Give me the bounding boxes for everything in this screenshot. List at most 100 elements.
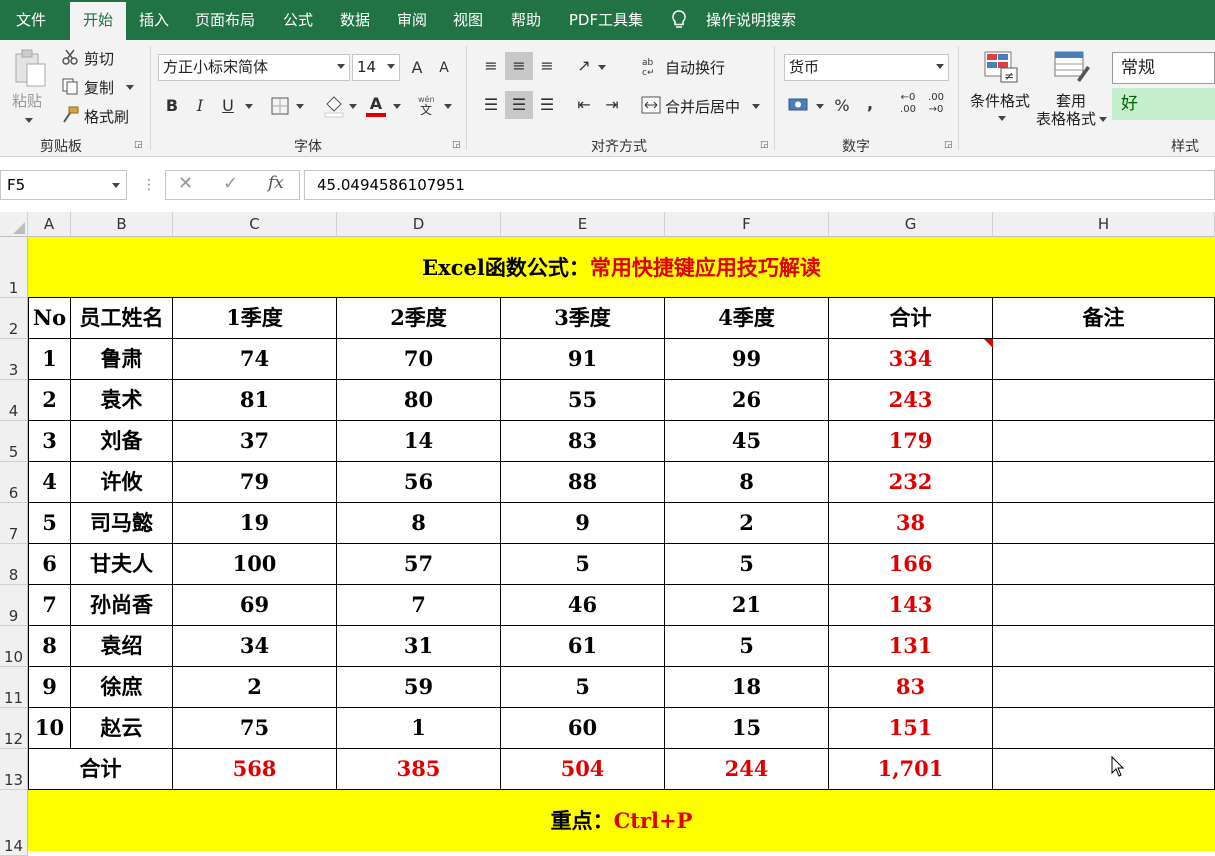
alignment-launcher-icon[interactable]: ◲ bbox=[760, 140, 770, 150]
comment-indicator-icon[interactable] bbox=[984, 339, 993, 348]
tab-pdf-tools[interactable]: PDF工具集 bbox=[560, 0, 652, 40]
decrease-indent-icon[interactable]: ⇤ bbox=[570, 91, 598, 119]
total-cell-q2[interactable]: 385 bbox=[337, 749, 501, 790]
wrap-text-button[interactable]: 自动换行 bbox=[665, 57, 725, 78]
cell-remark[interactable] bbox=[993, 462, 1215, 503]
cell-q3[interactable]: 61 bbox=[501, 626, 665, 667]
cell-q4[interactable]: 99 bbox=[665, 339, 829, 380]
currency-icon[interactable] bbox=[788, 96, 810, 114]
column-header-b[interactable]: B bbox=[71, 212, 173, 237]
row-header-6[interactable]: 6 bbox=[0, 462, 28, 503]
cell-remark[interactable] bbox=[993, 626, 1215, 667]
cell-q2[interactable]: 59 bbox=[337, 667, 501, 708]
cell-remark[interactable] bbox=[993, 339, 1215, 380]
align-top-button[interactable]: ≡ bbox=[477, 52, 505, 80]
cell-q3[interactable]: 91 bbox=[501, 339, 665, 380]
style-normal[interactable]: 常规 bbox=[1112, 52, 1215, 84]
cell-total[interactable]: 243 bbox=[829, 380, 993, 421]
cell-no[interactable]: 5 bbox=[28, 503, 71, 544]
tab-data[interactable]: 数据 bbox=[330, 0, 380, 40]
cell-q3[interactable]: 88 bbox=[501, 462, 665, 503]
cell-q1[interactable]: 69 bbox=[173, 585, 337, 626]
border-dropdown-icon[interactable] bbox=[296, 104, 304, 109]
cell-q4[interactable]: 26 bbox=[665, 380, 829, 421]
enter-icon[interactable]: ✓ bbox=[223, 173, 238, 194]
total-cell-q3[interactable]: 504 bbox=[501, 749, 665, 790]
cell-remark[interactable] bbox=[993, 667, 1215, 708]
cell-q4[interactable]: 5 bbox=[665, 626, 829, 667]
cell-name[interactable]: 袁绍 bbox=[71, 626, 173, 667]
cell-total[interactable]: 334 bbox=[829, 339, 993, 380]
row-header-9[interactable]: 9 bbox=[0, 585, 28, 626]
increase-decimal-icon[interactable]: ←0.00 bbox=[894, 92, 922, 120]
cell-no[interactable]: 2 bbox=[28, 380, 71, 421]
tab-view[interactable]: 视图 bbox=[444, 0, 492, 40]
cell-q3[interactable]: 5 bbox=[501, 667, 665, 708]
style-good[interactable]: 好 bbox=[1112, 88, 1215, 120]
cell-q2[interactable]: 1 bbox=[337, 708, 501, 749]
cell-q1[interactable]: 79 bbox=[173, 462, 337, 503]
cell-q4[interactable]: 15 bbox=[665, 708, 829, 749]
orientation-dropdown-icon[interactable] bbox=[598, 65, 606, 70]
note-cell[interactable]: 重点：Ctrl+P bbox=[28, 790, 1215, 851]
cut-button[interactable]: 剪切 bbox=[84, 48, 114, 69]
tab-file[interactable]: 文件 bbox=[0, 0, 62, 40]
cell-q3[interactable]: 9 bbox=[501, 503, 665, 544]
cell-remark[interactable] bbox=[993, 421, 1215, 462]
header-cell-q1[interactable]: 1季度 bbox=[173, 298, 337, 339]
font-name-select[interactable]: 方正小标宋简体 bbox=[158, 54, 350, 81]
clipboard-launcher-icon[interactable]: ◲ bbox=[134, 140, 144, 150]
column-header-a[interactable]: A bbox=[28, 212, 71, 237]
tab-page-layout[interactable]: 页面布局 bbox=[186, 0, 264, 40]
cell-q4[interactable]: 5 bbox=[665, 544, 829, 585]
cell-q1[interactable]: 74 bbox=[173, 339, 337, 380]
header-cell-q3[interactable]: 3季度 bbox=[501, 298, 665, 339]
cell-name[interactable]: 赵云 bbox=[71, 708, 173, 749]
tab-home[interactable]: 开始 bbox=[70, 2, 126, 40]
total-cell-q4[interactable]: 244 bbox=[665, 749, 829, 790]
shrink-font-button[interactable]: A bbox=[430, 54, 458, 82]
cell-total[interactable]: 131 bbox=[829, 626, 993, 667]
cell-q1[interactable]: 75 bbox=[173, 708, 337, 749]
row-header-13[interactable]: 13 bbox=[0, 749, 28, 790]
formula-input[interactable]: 45.0494586107951 bbox=[304, 170, 1215, 200]
cell-name[interactable]: 鲁肃 bbox=[71, 339, 173, 380]
cell-q4[interactable]: 18 bbox=[665, 667, 829, 708]
cell-q2[interactable]: 56 bbox=[337, 462, 501, 503]
paste-button[interactable]: 粘贴 bbox=[12, 90, 42, 111]
cell-q2[interactable]: 14 bbox=[337, 421, 501, 462]
cell-no[interactable]: 1 bbox=[28, 339, 71, 380]
total-cell-remark[interactable] bbox=[993, 749, 1215, 790]
total-cell-total[interactable]: 1,701 bbox=[829, 749, 993, 790]
cell-total[interactable]: 232 bbox=[829, 462, 993, 503]
align-right-button[interactable]: ☰ bbox=[533, 91, 561, 119]
total-cell-q1[interactable]: 568 bbox=[173, 749, 337, 790]
percent-button[interactable]: % bbox=[828, 92, 856, 120]
number-launcher-icon[interactable]: ◲ bbox=[944, 140, 954, 150]
tab-review[interactable]: 审阅 bbox=[388, 0, 436, 40]
row-header-11[interactable]: 11 bbox=[0, 667, 28, 708]
align-left-button[interactable]: ☰ bbox=[477, 91, 505, 119]
row-header-4[interactable]: 4 bbox=[0, 380, 28, 421]
cell-total[interactable]: 83 bbox=[829, 667, 993, 708]
cell-total[interactable]: 151 bbox=[829, 708, 993, 749]
column-header-d[interactable]: D bbox=[337, 212, 501, 237]
cell-q1[interactable]: 37 bbox=[173, 421, 337, 462]
cell-no[interactable]: 3 bbox=[28, 421, 71, 462]
copy-button[interactable]: 复制 bbox=[84, 77, 114, 98]
row-header-14[interactable]: 14 bbox=[0, 790, 28, 856]
row-header-3[interactable]: 3 bbox=[0, 339, 28, 380]
row-header-5[interactable]: 5 bbox=[0, 421, 28, 462]
row-header-8[interactable]: 8 bbox=[0, 544, 28, 585]
insert-function-icon[interactable]: fx bbox=[268, 173, 284, 193]
conditional-dropdown-icon[interactable] bbox=[998, 116, 1006, 121]
cell-q2[interactable]: 7 bbox=[337, 585, 501, 626]
grow-font-button[interactable]: A bbox=[403, 54, 431, 82]
fill-color-icon[interactable] bbox=[323, 94, 345, 118]
row-header-7[interactable]: 7 bbox=[0, 503, 28, 544]
cell-total[interactable]: 38 bbox=[829, 503, 993, 544]
phonetic-guide-icon[interactable]: wén文 bbox=[416, 94, 438, 116]
cell-remark[interactable] bbox=[993, 380, 1215, 421]
cell-q1[interactable]: 19 bbox=[173, 503, 337, 544]
row-header-2[interactable]: 2 bbox=[0, 298, 28, 339]
